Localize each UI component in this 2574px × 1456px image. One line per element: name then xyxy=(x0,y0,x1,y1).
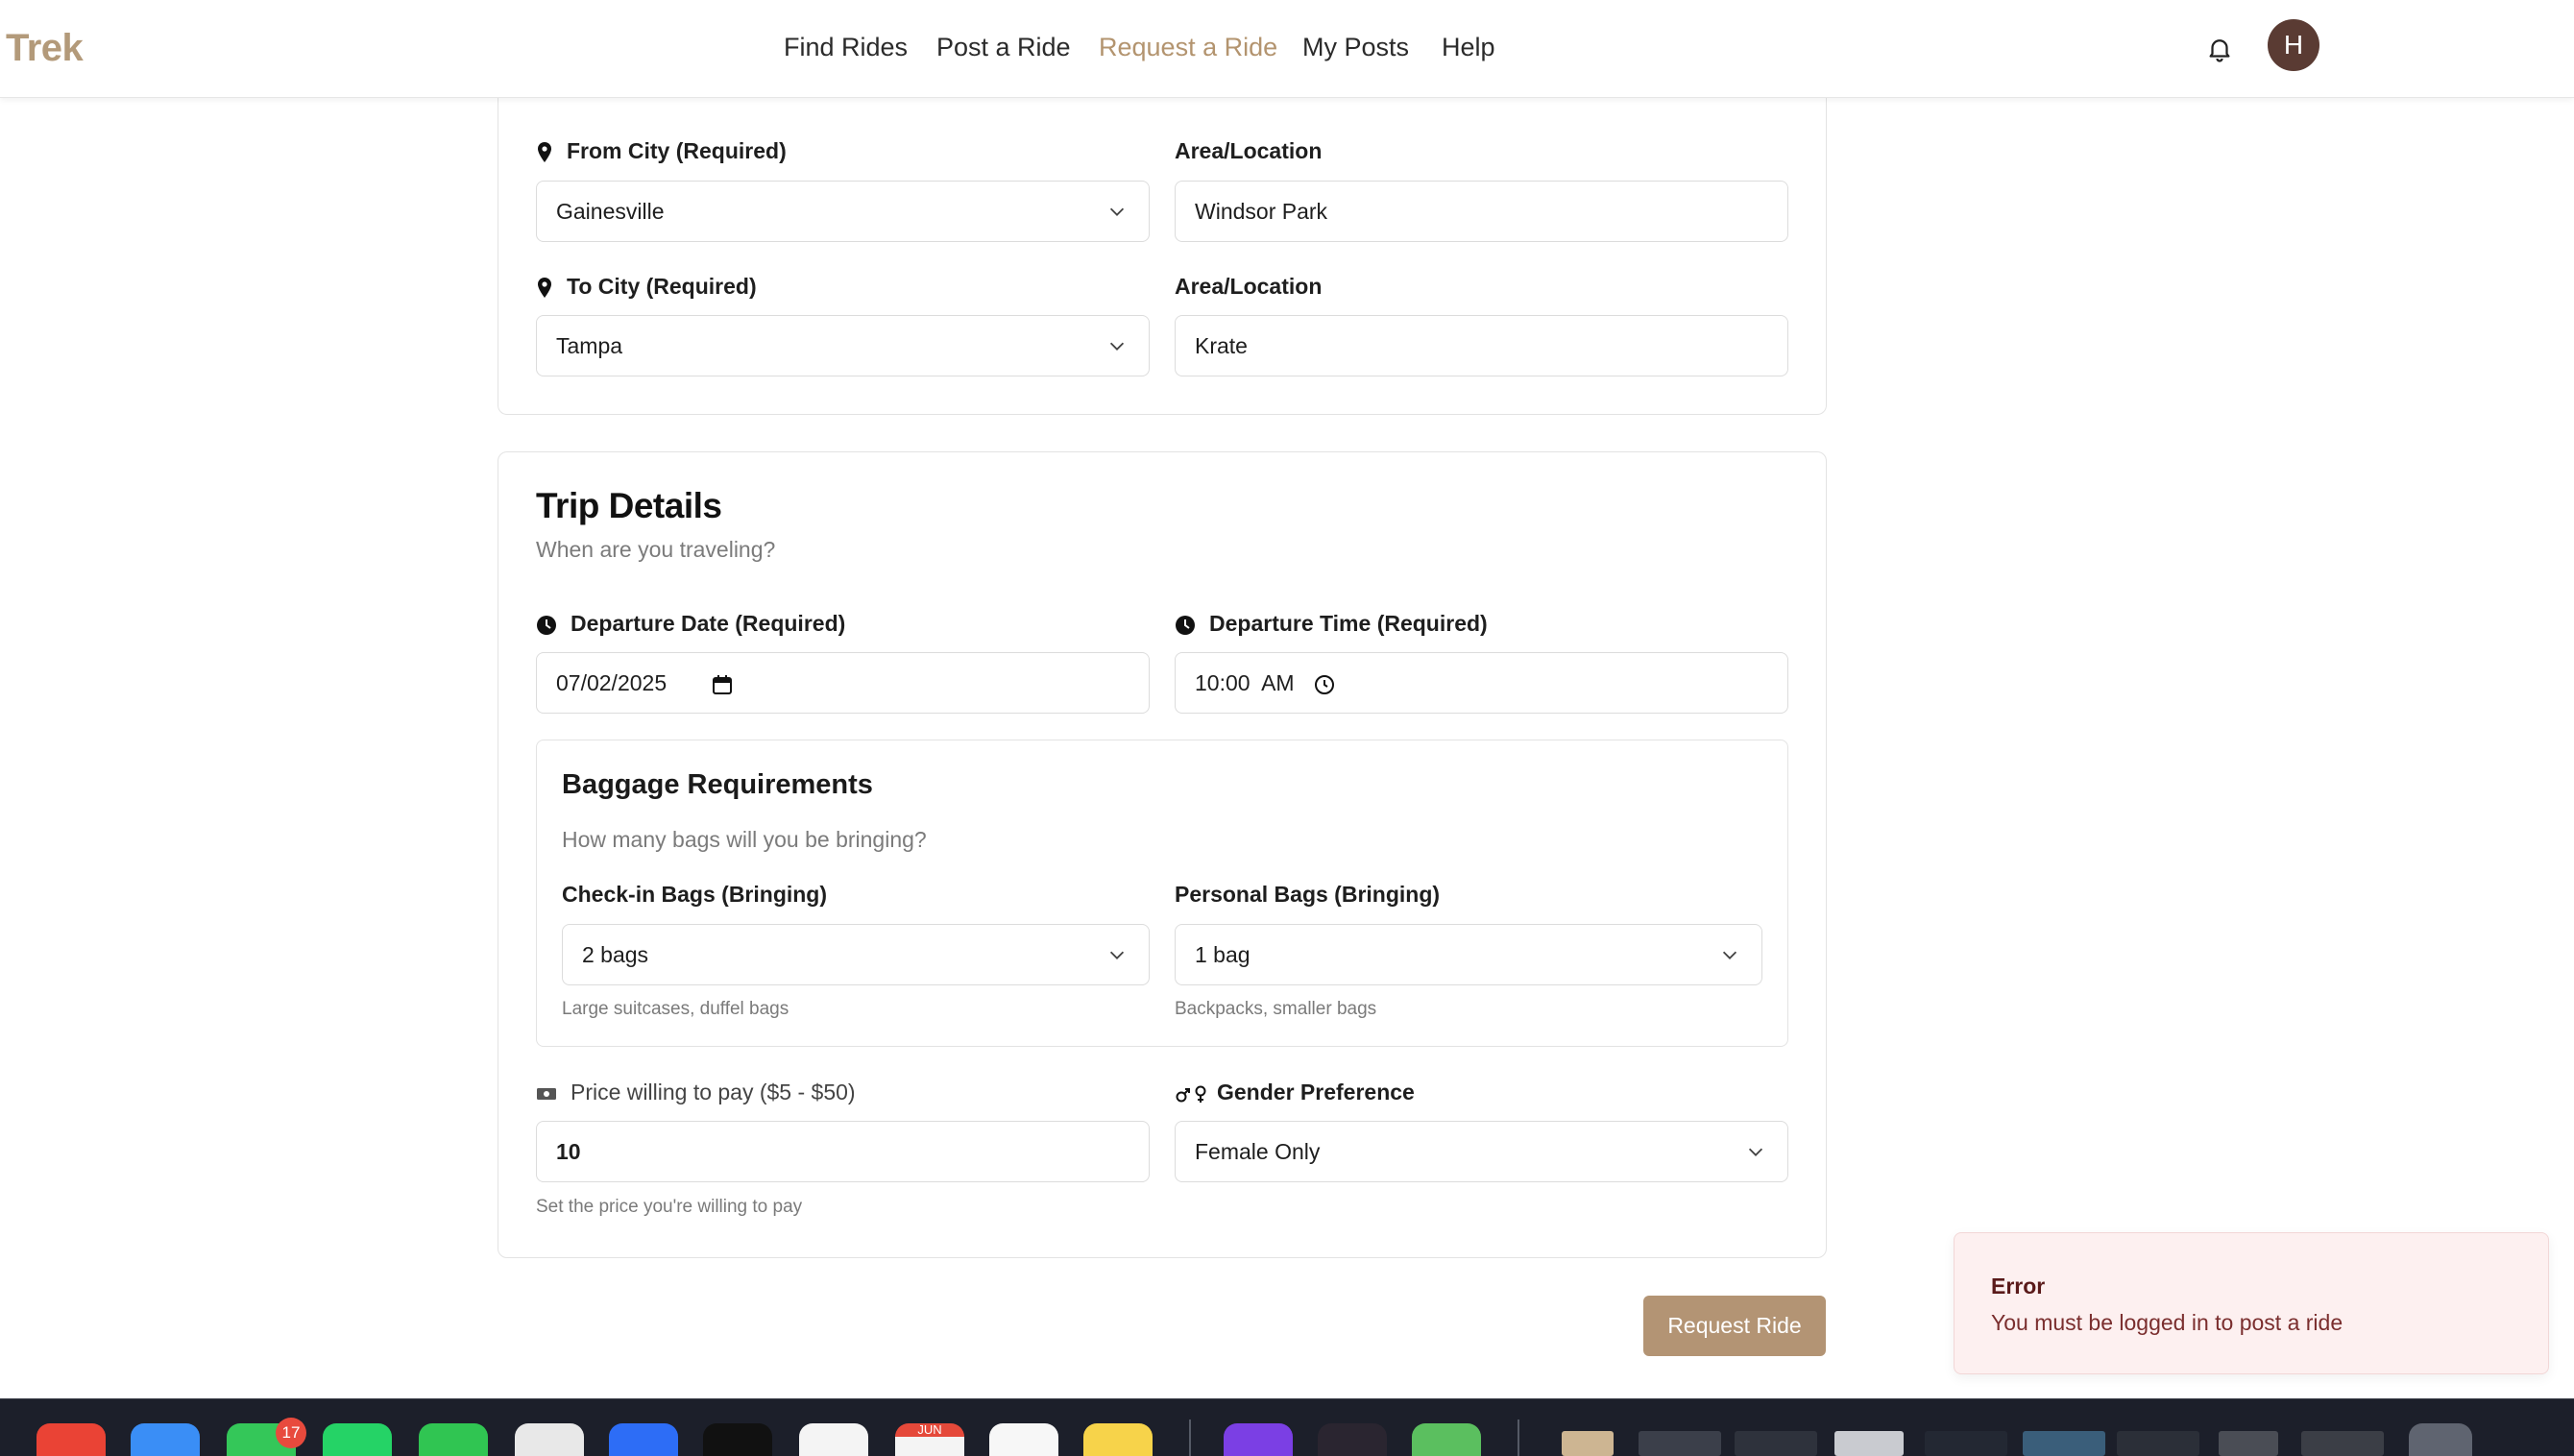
to-area-label: Area/Location xyxy=(1175,274,1323,299)
nav-post-a-ride[interactable]: Post a Ride xyxy=(936,33,1071,62)
recent-window-thumbnail[interactable] xyxy=(2219,1431,2278,1456)
main-nav: Find Rides Post a Ride Request a Ride My… xyxy=(0,33,2574,71)
messages-badge: 17 xyxy=(276,1418,306,1448)
recent-window-thumbnail[interactable] xyxy=(1639,1431,1721,1456)
from-city-label-text: From City (Required) xyxy=(567,138,787,163)
personal-bags-hint: Backpacks, smaller bags xyxy=(1175,999,1377,1019)
price-label-text: Price willing to pay ($5 - $50) xyxy=(571,1080,856,1104)
money-icon xyxy=(537,1087,556,1100)
departure-time-input[interactable]: 10:00 AM xyxy=(1175,652,1788,714)
checkin-bags-label: Check-in Bags (Bringing) xyxy=(562,882,828,907)
recent-window-thumbnail[interactable] xyxy=(1735,1431,1817,1456)
departure-time-label-text: Departure Time (Required) xyxy=(1209,611,1488,636)
to-city-value: Tampa xyxy=(556,333,623,358)
user-avatar[interactable]: H xyxy=(2268,19,2319,71)
recent-window-thumbnail[interactable] xyxy=(1834,1431,1904,1456)
to-city-label-text: To City (Required) xyxy=(567,274,757,299)
calendar-app-icon[interactable]: JUN xyxy=(895,1423,964,1456)
gender-label-text: Gender Preference xyxy=(1217,1080,1415,1104)
nav-request-a-ride[interactable]: Request a Ride xyxy=(1099,33,1277,62)
trip-details-title: Trip Details xyxy=(536,486,722,525)
toast-message: You must be logged in to post a ride xyxy=(1991,1310,2343,1335)
nav-find-rides[interactable]: Find Rides xyxy=(784,33,908,62)
chevron-down-icon xyxy=(1748,1148,1763,1156)
checkin-bags-select[interactable]: 2 bags xyxy=(562,924,1150,985)
to-city-label: To City (Required) xyxy=(536,274,757,300)
recent-window-thumbnail[interactable] xyxy=(1925,1431,2007,1456)
trip-details-subtitle: When are you traveling? xyxy=(536,537,776,562)
chatgpt-icon[interactable] xyxy=(799,1423,868,1456)
chevron-down-icon xyxy=(1722,951,1737,959)
departure-date-label: Departure Date (Required) xyxy=(536,611,845,637)
top-nav-bar: Trek Find Rides Post a Ride Request a Ri… xyxy=(0,0,2574,98)
reminders-icon[interactable] xyxy=(989,1423,1058,1456)
from-area-label: Area/Location xyxy=(1175,138,1323,163)
recent-file-thumbnail[interactable] xyxy=(1562,1431,1614,1456)
gender-select[interactable]: Female Only xyxy=(1175,1121,1788,1182)
safari-icon[interactable] xyxy=(515,1423,584,1456)
price-label: Price willing to pay ($5 - $50) xyxy=(536,1080,856,1105)
toast-title: Error xyxy=(1991,1274,2046,1298)
trash-icon[interactable] xyxy=(2409,1423,2472,1456)
dock-separator xyxy=(1189,1420,1191,1456)
nav-help[interactable]: Help xyxy=(1442,33,1495,62)
to-area-value: Krate xyxy=(1195,333,1248,358)
baggage-title: Baggage Requirements xyxy=(562,769,873,800)
clock-icon xyxy=(537,615,556,635)
baggage-subtitle: How many bags will you be bringing? xyxy=(562,827,927,852)
from-city-value: Gainesville xyxy=(556,199,665,224)
departure-date-label-text: Departure Date (Required) xyxy=(571,611,846,636)
departure-date-value: 07/02/2025 xyxy=(556,670,668,695)
mail-icon[interactable] xyxy=(131,1423,200,1456)
chevron-down-icon xyxy=(1109,342,1125,351)
clock-icon xyxy=(1176,615,1195,635)
calendar-icon[interactable] xyxy=(712,674,733,695)
chevron-down-icon xyxy=(1109,951,1125,959)
audio-app-icon[interactable] xyxy=(1318,1423,1387,1456)
recent-window-thumbnail[interactable] xyxy=(2023,1431,2105,1456)
departure-time-value: 10:00 AM xyxy=(1195,670,1295,695)
calendar-month: JUN xyxy=(917,1422,942,1437)
departure-time-label: Departure Time (Required) xyxy=(1175,611,1488,637)
personal-bags-select[interactable]: 1 bag xyxy=(1175,924,1762,985)
price-hint: Set the price you're willing to pay xyxy=(536,1197,803,1217)
zoom-icon[interactable] xyxy=(609,1423,678,1456)
to-area-input[interactable]: Krate xyxy=(1175,315,1788,376)
departure-date-input[interactable]: 07/02/2025 xyxy=(536,652,1150,714)
whatsapp-icon[interactable] xyxy=(323,1423,392,1456)
map-pin-icon xyxy=(538,277,551,298)
from-city-select[interactable]: Gainesville xyxy=(536,181,1150,242)
request-ride-button[interactable]: Request Ride xyxy=(1643,1296,1826,1356)
error-toast[interactable]: Error You must be logged in to post a ri… xyxy=(1954,1232,2549,1374)
nav-my-posts[interactable]: My Posts xyxy=(1302,33,1409,62)
gender-icon xyxy=(1176,1085,1206,1103)
personal-bags-value: 1 bag xyxy=(1195,942,1251,967)
bell-icon[interactable] xyxy=(2205,33,2234,65)
chevron-down-icon xyxy=(1109,207,1125,216)
facetime-icon[interactable] xyxy=(419,1423,488,1456)
recent-window-thumbnail[interactable] xyxy=(2117,1431,2199,1456)
clock-picker-icon[interactable] xyxy=(1314,674,1335,695)
podcast-app-icon[interactable] xyxy=(1224,1423,1293,1456)
checkin-bags-hint: Large suitcases, duffel bags xyxy=(562,999,789,1019)
gender-value: Female Only xyxy=(1195,1139,1321,1164)
to-city-select[interactable]: Tampa xyxy=(536,315,1150,376)
recent-window-thumbnail[interactable] xyxy=(2301,1431,2384,1456)
cursor-app-icon[interactable] xyxy=(703,1423,772,1456)
from-area-value: Windsor Park xyxy=(1195,199,1328,224)
price-input[interactable]: 10 xyxy=(536,1121,1150,1182)
dock-separator xyxy=(1518,1420,1519,1456)
checkin-bags-value: 2 bags xyxy=(582,942,649,967)
maps-icon[interactable] xyxy=(1412,1423,1481,1456)
notes-icon[interactable] xyxy=(1083,1423,1153,1456)
map-pin-icon xyxy=(538,141,551,162)
price-value: 10 xyxy=(556,1139,581,1164)
personal-bags-label: Personal Bags (Bringing) xyxy=(1175,882,1441,907)
from-city-label: From City (Required) xyxy=(536,138,787,164)
gender-label: Gender Preference xyxy=(1175,1080,1415,1105)
from-area-input[interactable]: Windsor Park xyxy=(1175,181,1788,242)
chrome-icon[interactable] xyxy=(36,1423,106,1456)
